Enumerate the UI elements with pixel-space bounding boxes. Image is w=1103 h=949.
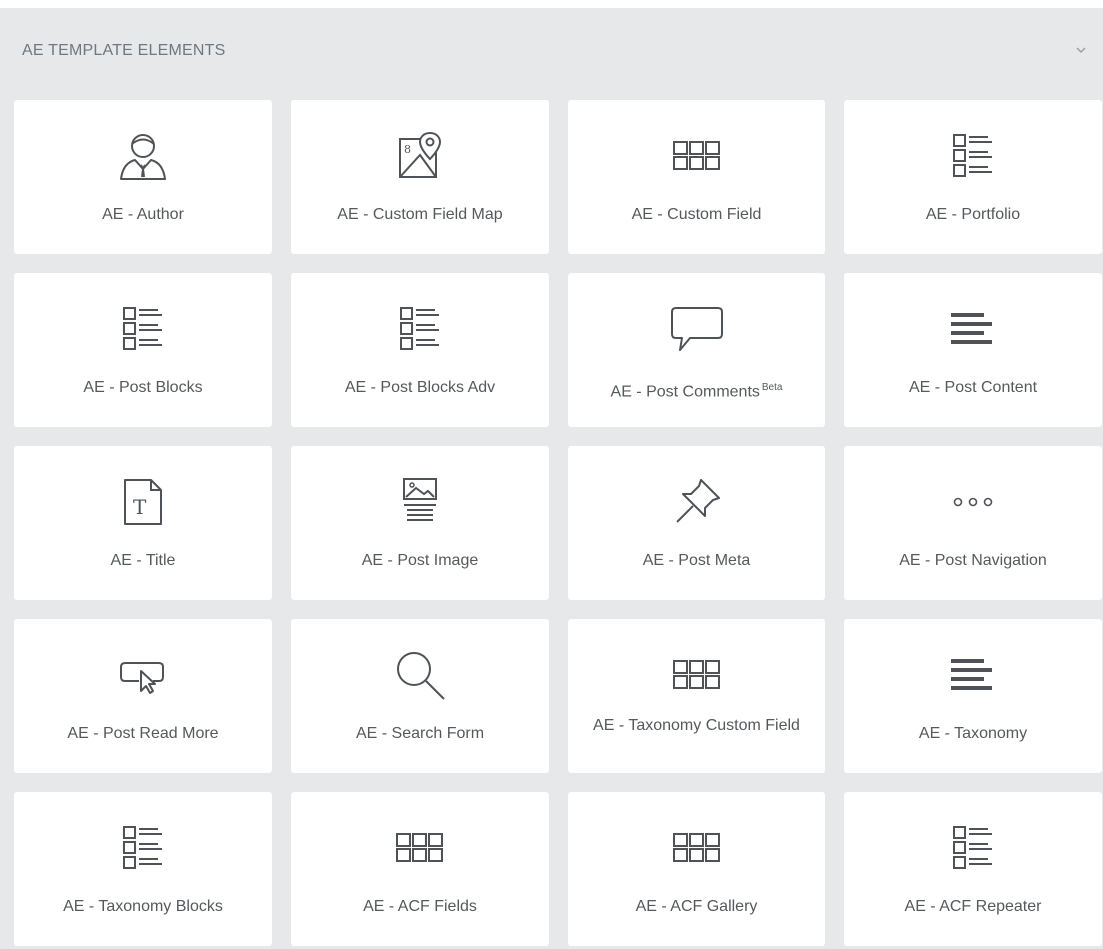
widget-tile[interactable]: 8 AE - Custom Field Map — [291, 100, 549, 254]
widget-label-text: AE - ACF Gallery — [635, 898, 758, 915]
align-left-icon — [943, 649, 1003, 701]
widget-label: AE - Custom Field — [574, 206, 819, 224]
widget-label-text: AE - Post Blocks — [83, 379, 203, 396]
widget-label: AE - Taxonomy — [850, 725, 1096, 743]
widget-label-text: AE - Post Content — [908, 379, 1038, 396]
widget-label: AE - Post Comments Beta — [574, 379, 819, 401]
beta-badge: Beta — [761, 382, 783, 393]
section-title: AE TEMPLATE ELEMENTS — [22, 42, 226, 59]
widget-tile[interactable]: AE - Post Image — [291, 446, 549, 600]
widget-label: AE - Post Content — [850, 379, 1096, 397]
widget-label: AE - Title — [20, 552, 266, 570]
widget-tile[interactable]: AE - Post Read More — [14, 619, 272, 773]
widget-label-text: AE - ACF Repeater — [904, 898, 1042, 915]
widget-label: AE - Post Image — [297, 552, 543, 570]
widget-label: AE - ACF Gallery — [574, 898, 819, 916]
widget-label: AE - Taxonomy Custom Field — [574, 717, 819, 735]
widget-label-text: AE - Title — [110, 552, 176, 569]
widget-label: AE - Portfolio — [850, 206, 1096, 224]
widget-tile[interactable]: AE - Portfolio — [844, 100, 1102, 254]
widget-tile[interactable]: AE - Author — [14, 100, 272, 254]
widget-label-text: AE - Custom Field Map — [337, 206, 503, 223]
widget-label: AE - Post Read More — [20, 725, 266, 743]
widget-label: AE - Post Meta — [574, 552, 819, 570]
widget-label: AE - Post Navigation — [850, 552, 1096, 570]
svg-text:8: 8 — [404, 143, 411, 156]
widget-tile[interactable]: AE - Search Form — [291, 619, 549, 773]
widget-label-text: AE - Portfolio — [925, 206, 1021, 223]
widget-tile[interactable]: AE - Post Blocks Adv — [291, 273, 549, 427]
widget-tile[interactable]: AE - Custom Field — [568, 100, 825, 254]
widget-tile[interactable]: AE - Post Comments Beta — [568, 273, 825, 427]
widget-label: AE - Taxonomy Blocks — [20, 898, 266, 916]
widget-label: AE - ACF Repeater — [850, 898, 1096, 916]
list-icon — [390, 303, 450, 355]
widget-label-text: AE - Post Blocks Adv — [344, 379, 496, 396]
widget-tile[interactable]: T AE - Title — [14, 446, 272, 600]
align-left-icon — [943, 303, 1003, 355]
widget-label-text: AE - Taxonomy Custom Field — [593, 717, 800, 734]
widget-label: AE - Post Blocks — [20, 379, 266, 397]
widget-tile[interactable]: AE - Post Content — [844, 273, 1102, 427]
grid-icon — [667, 822, 727, 874]
grid-icon — [667, 649, 727, 701]
button-cursor-icon — [113, 649, 173, 701]
widget-label: AE - Search Form — [297, 725, 543, 743]
widget-label-text: AE - Post Read More — [67, 725, 219, 742]
elements-panel: AE TEMPLATE ELEMENTS AE - Author 8 AE - … — [0, 8, 1103, 949]
widget-label-text: AE - Taxonomy — [918, 725, 1028, 742]
widget-tile[interactable]: AE - Taxonomy — [844, 619, 1102, 773]
widget-label: AE - Post Blocks Adv — [297, 379, 543, 397]
map-pin-icon: 8 — [390, 130, 450, 182]
widget-tile[interactable]: AE - Post Meta — [568, 446, 825, 600]
widget-label-text: AE - Post Navigation — [899, 552, 1047, 569]
widget-grid: AE - Author 8 AE - Custom Field Map AE -… — [14, 100, 1103, 946]
widget-label-text: AE - Author — [102, 206, 184, 223]
grid-icon — [667, 130, 727, 182]
grid-icon — [390, 822, 450, 874]
widget-tile[interactable]: AE - Post Blocks — [14, 273, 272, 427]
list-icon — [113, 822, 173, 874]
widget-label-text: AE - ACF Fields — [363, 898, 477, 915]
svg-text:T: T — [133, 495, 147, 519]
list-icon — [113, 303, 173, 355]
widget-tile[interactable]: AE - Post Navigation — [844, 446, 1102, 600]
widget-label-text: AE - Post Image — [361, 552, 479, 569]
image-text-icon — [390, 476, 450, 528]
list-icon — [943, 822, 1003, 874]
widget-label-text: AE - Search Form — [355, 725, 485, 742]
pushpin-icon — [667, 476, 727, 528]
comment-icon — [667, 303, 727, 355]
widget-tile[interactable]: AE - ACF Fields — [291, 792, 549, 946]
widget-tile[interactable]: AE - ACF Gallery — [568, 792, 825, 946]
ellipsis-icon — [943, 476, 1003, 528]
title-document-icon: T — [113, 476, 173, 528]
widget-tile[interactable]: AE - Taxonomy Custom Field — [568, 619, 825, 773]
search-icon — [390, 649, 450, 701]
section-header[interactable]: AE TEMPLATE ELEMENTS — [0, 8, 1103, 96]
widget-label: AE - ACF Fields — [297, 898, 543, 916]
widget-label-text: AE - Post Comments — [610, 383, 760, 401]
widget-label-text: AE - Taxonomy Blocks — [63, 898, 223, 915]
widget-label-text: AE - Custom Field — [631, 206, 762, 223]
widget-label: AE - Custom Field Map — [297, 206, 543, 224]
list-icon — [943, 130, 1003, 182]
widget-tile[interactable]: AE - Taxonomy Blocks — [14, 792, 272, 946]
widget-label-text: AE - Post Meta — [642, 552, 751, 569]
widget-tile[interactable]: AE - ACF Repeater — [844, 792, 1102, 946]
widget-label: AE - Author — [20, 206, 266, 224]
chevron-down-icon[interactable] — [1073, 42, 1089, 58]
person-icon — [113, 130, 173, 182]
